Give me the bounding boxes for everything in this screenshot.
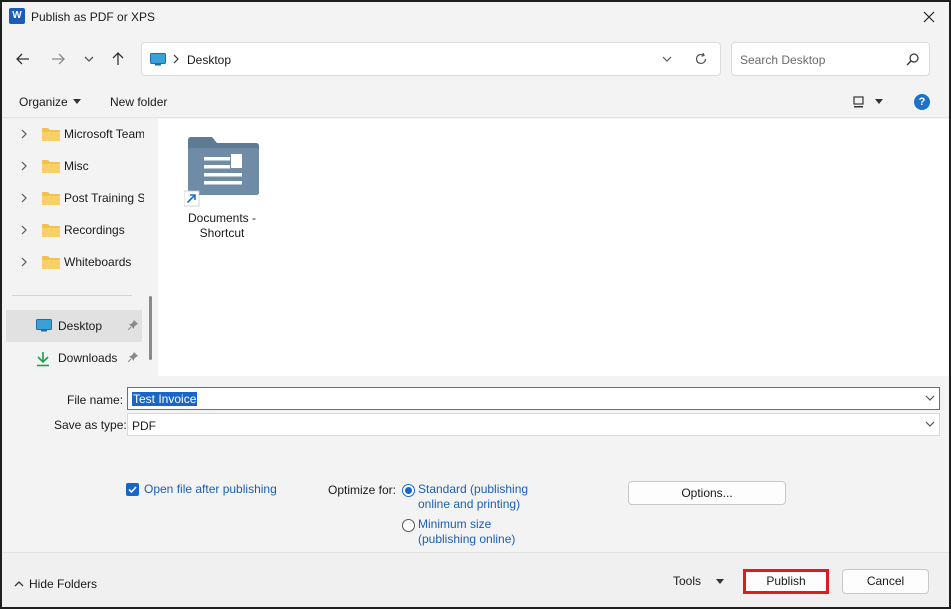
- file-name-input[interactable]: Test Invoice: [127, 387, 940, 410]
- organize-button[interactable]: Organize: [19, 95, 81, 109]
- navigation-pane[interactable]: Microsoft Teams Misc Post Training Surve…: [2, 118, 156, 376]
- search-box[interactable]: Search Desktop: [731, 42, 930, 76]
- address-bar[interactable]: Desktop: [141, 42, 721, 76]
- download-arrow-icon: [37, 352, 49, 367]
- file-item-label-line2: Shortcut: [199, 226, 245, 240]
- dialog-footer: Hide Folders Tools Publish Cancel: [2, 552, 949, 607]
- close-icon: [923, 11, 935, 23]
- breadcrumb[interactable]: Desktop: [187, 53, 231, 67]
- title-bar: W Publish as PDF or XPS: [2, 2, 949, 32]
- save-type-value: PDF: [132, 419, 156, 433]
- chevron-up-icon: [14, 581, 24, 587]
- standard-label-line2: online and printing): [418, 497, 521, 511]
- nav-divider: [12, 295, 132, 296]
- word-app-icon: W: [9, 8, 25, 24]
- minimum-label-line1: Minimum size: [418, 517, 492, 531]
- navigation-row: Desktop Search Desktop: [2, 32, 949, 86]
- tree-item-whiteboards[interactable]: Whiteboards: [2, 246, 144, 278]
- window-title: Publish as PDF or XPS: [31, 10, 156, 24]
- tree-item-label: Microsoft Teams: [64, 127, 144, 141]
- desktop-monitor-icon: [36, 319, 52, 332]
- open-after-publishing-label[interactable]: Open file after publishing: [144, 482, 277, 496]
- folder-icon: [42, 160, 60, 173]
- recent-locations-button[interactable]: [78, 48, 100, 70]
- forward-button[interactable]: [47, 48, 69, 70]
- chevron-down-icon[interactable]: [662, 55, 672, 63]
- folder-icon: [42, 224, 60, 237]
- optimize-for-label: Optimize for:: [328, 483, 397, 497]
- chevron-down-icon[interactable]: [925, 395, 935, 402]
- folder-shortcut-icon: [183, 134, 260, 208]
- caret-down-icon[interactable]: [716, 579, 724, 584]
- standard-label-line1: Standard (publishing: [418, 482, 529, 496]
- chevron-right-icon[interactable]: [21, 193, 27, 203]
- tree-item-microsoft-teams[interactable]: Microsoft Teams: [2, 118, 144, 150]
- nav-pane-scrollbar[interactable]: [149, 296, 152, 360]
- view-options-icon[interactable]: [852, 95, 866, 109]
- close-button[interactable]: [915, 5, 943, 29]
- minimum-label-line2: (publishing online): [418, 532, 516, 546]
- help-button[interactable]: ?: [914, 94, 930, 110]
- caret-down-icon: [72, 99, 81, 104]
- file-item-label-line1: Documents -: [187, 211, 257, 225]
- organize-label: Organize: [19, 95, 68, 109]
- chevron-right-icon[interactable]: [21, 161, 27, 171]
- chevron-right-icon[interactable]: [21, 257, 27, 267]
- quick-access-downloads[interactable]: Downloads: [6, 342, 142, 374]
- refresh-icon[interactable]: [694, 52, 708, 66]
- tree-item-label: Whiteboards: [64, 255, 132, 269]
- caret-down-icon[interactable]: [875, 99, 883, 104]
- new-folder-button[interactable]: New folder: [110, 95, 167, 109]
- minimum-size-radio-label[interactable]: Minimum size (publishing online): [418, 517, 538, 547]
- search-input[interactable]: Search Desktop: [740, 53, 825, 67]
- tree-item-post-training-surveys[interactable]: Post Training Surveys: [2, 182, 144, 214]
- file-item-documents-shortcut[interactable]: Documents - Shortcut: [182, 134, 262, 241]
- arrow-right-icon: [52, 53, 65, 65]
- back-button[interactable]: [12, 48, 34, 70]
- chevron-right-icon: [173, 54, 179, 64]
- quick-access-label: Downloads: [58, 351, 118, 365]
- tree-item-label: Recordings: [64, 223, 125, 237]
- folder-icon: [42, 192, 60, 205]
- publish-dialog: W Publish as PDF or XPS Desktop Search D…: [0, 0, 951, 609]
- pin-icon[interactable]: [128, 320, 138, 330]
- save-type-select[interactable]: PDF: [127, 413, 940, 436]
- chevron-down-icon: [84, 56, 94, 62]
- checkmark-icon: [128, 486, 137, 494]
- file-item-label: Documents - Shortcut: [182, 211, 262, 241]
- file-name-label: File name:: [67, 393, 124, 407]
- chevron-right-icon[interactable]: [21, 225, 27, 235]
- cancel-button[interactable]: Cancel: [842, 569, 929, 594]
- search-icon: [906, 53, 919, 66]
- minimum-size-radio[interactable]: [402, 519, 415, 532]
- hide-folders-button[interactable]: Hide Folders: [14, 577, 97, 591]
- quick-access-desktop[interactable]: Desktop: [6, 310, 142, 342]
- quick-access-label: Desktop: [58, 319, 103, 333]
- save-type-label: Save as type:: [54, 418, 127, 432]
- command-bar: Organize New folder ?: [2, 86, 949, 118]
- file-list-pane[interactable]: Documents - Shortcut: [158, 119, 949, 376]
- arrow-up-icon: [112, 52, 124, 65]
- publish-button[interactable]: Publish: [743, 569, 829, 594]
- up-button[interactable]: [107, 48, 129, 70]
- chevron-right-icon[interactable]: [21, 129, 27, 139]
- tree-item-label: Post Training Surveys: [64, 191, 144, 205]
- tools-button[interactable]: Tools: [673, 574, 701, 588]
- pin-icon[interactable]: [128, 352, 138, 362]
- tree-item-recordings[interactable]: Recordings: [2, 214, 144, 246]
- tree-item-label: Misc: [64, 159, 89, 173]
- options-button[interactable]: Options...: [628, 481, 786, 505]
- tree-item-misc[interactable]: Misc: [2, 150, 144, 182]
- open-after-publishing-checkbox[interactable]: [126, 483, 139, 496]
- desktop-monitor-icon: [150, 53, 166, 66]
- arrow-left-icon: [16, 53, 29, 65]
- file-name-value[interactable]: Test Invoice: [132, 392, 198, 406]
- chevron-down-icon[interactable]: [925, 421, 935, 428]
- standard-radio-label[interactable]: Standard (publishing online and printing…: [418, 482, 538, 512]
- standard-radio[interactable]: [402, 484, 415, 497]
- folder-icon: [42, 128, 60, 141]
- hide-folders-label: Hide Folders: [29, 577, 98, 591]
- folder-icon: [42, 256, 60, 269]
